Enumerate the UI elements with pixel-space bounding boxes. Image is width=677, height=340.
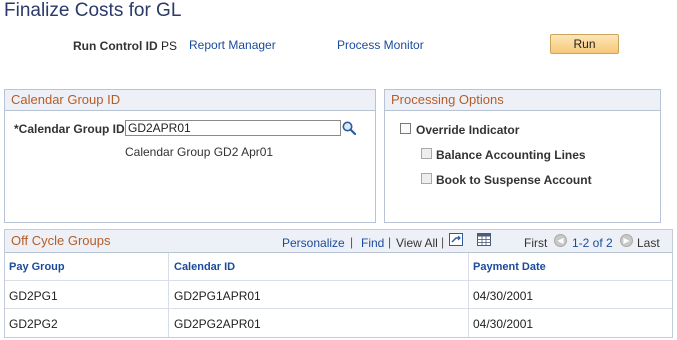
override-indicator-label: Override Indicator xyxy=(416,123,520,137)
calendar-group-description: Calendar Group GD2 Apr01 xyxy=(125,145,274,159)
calendar-group-header: Calendar Group ID xyxy=(5,90,375,111)
toolbar-separator: | xyxy=(441,235,445,249)
cell-payment-date: 04/30/2001 xyxy=(473,317,534,331)
magnifier-icon[interactable] xyxy=(341,120,357,136)
row-range-text: 1-2 of 2 xyxy=(572,236,613,250)
report-manager-link[interactable]: Report Manager xyxy=(189,38,276,52)
book-to-suspense-label: Book to Suspense Account xyxy=(436,173,592,187)
find-link[interactable]: Find xyxy=(361,236,384,250)
balance-accounting-lines-checkbox[interactable] xyxy=(421,148,432,159)
off-cycle-groups-grid: Off Cycle Groups Personalize | Find | Vi… xyxy=(4,229,673,338)
table-row: GD2PG1 GD2PG1APR01 04/30/2001 xyxy=(5,281,672,308)
calendar-group-section: Calendar Group ID *Calendar Group ID Cal… xyxy=(4,89,376,223)
toolbar-separator: | xyxy=(388,235,392,249)
grid-column-header-row xyxy=(5,253,672,280)
page-title: Finalize Costs for GL xyxy=(4,0,182,21)
book-to-suspense-checkbox[interactable] xyxy=(421,173,432,184)
cell-calendar-id: GD2PG1APR01 xyxy=(174,289,261,303)
column-header-calendar-id[interactable]: Calendar ID xyxy=(174,261,235,273)
table-row: GD2PG2 GD2PG2APR01 04/30/2001 xyxy=(5,309,672,336)
processing-options-header: Processing Options xyxy=(385,90,660,111)
run-control-id-label: Run Control ID xyxy=(73,39,158,53)
calendar-group-id-input[interactable] xyxy=(125,120,341,136)
personalize-link[interactable]: Personalize xyxy=(282,236,345,250)
spreadsheet-icon[interactable] xyxy=(477,233,491,247)
cell-pay-group: GD2PG2 xyxy=(9,317,58,331)
run-control-id-value: PS xyxy=(161,39,178,53)
calendar-group-id-label: *Calendar Group ID xyxy=(14,122,125,136)
first-link[interactable]: First xyxy=(524,236,547,250)
run-button[interactable]: Run xyxy=(550,34,619,54)
view-all-link[interactable]: View All xyxy=(396,236,438,250)
process-monitor-link[interactable]: Process Monitor xyxy=(337,38,424,52)
last-link[interactable]: Last xyxy=(637,236,660,250)
toolbar-separator: | xyxy=(350,235,354,249)
column-header-payment-date[interactable]: Payment Date xyxy=(473,261,546,273)
column-header-pay-group[interactable]: Pay Group xyxy=(9,261,65,273)
previous-arrow-icon[interactable]: ◀ xyxy=(554,234,567,247)
cell-payment-date: 04/30/2001 xyxy=(473,289,534,303)
next-arrow-icon[interactable]: ▶ xyxy=(620,234,633,247)
override-indicator-checkbox[interactable] xyxy=(400,123,411,134)
cell-calendar-id: GD2PG2APR01 xyxy=(174,317,261,331)
processing-options-section: Processing Options Override Indicator Ba… xyxy=(384,89,661,223)
cell-pay-group: GD2PG1 xyxy=(9,289,58,303)
balance-accounting-lines-label: Balance Accounting Lines xyxy=(436,148,586,162)
zoom-grid-icon[interactable] xyxy=(449,233,464,247)
